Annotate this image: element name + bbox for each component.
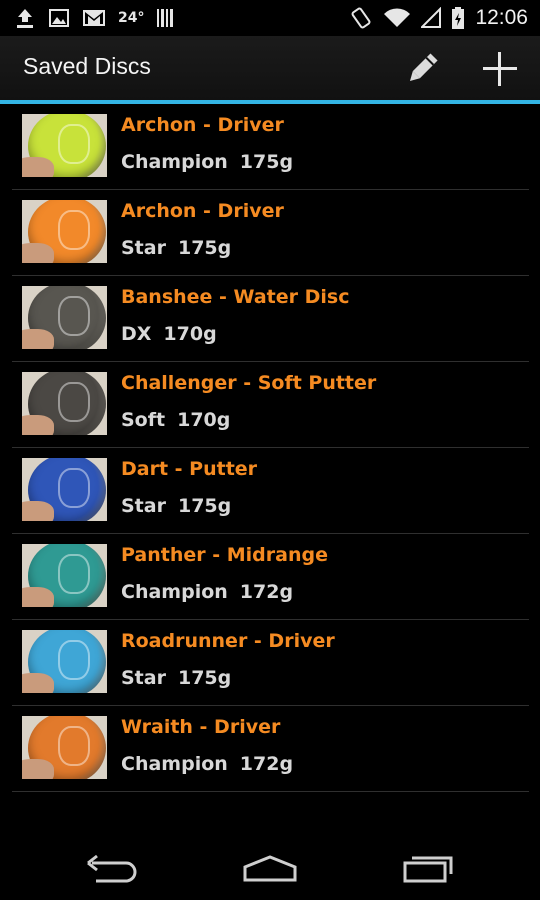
disc-details: Star 175g xyxy=(121,237,231,259)
barcode-icon xyxy=(157,9,174,27)
hand xyxy=(22,157,54,177)
disc-weight: 175g xyxy=(239,151,294,173)
disc-plastic: Star xyxy=(121,237,166,259)
disc-list-item[interactable]: Wraith - Driver Champion 172g xyxy=(12,706,529,792)
disc-thumbnail xyxy=(22,458,107,521)
disc-name: Dart - Putter xyxy=(121,458,258,480)
hand xyxy=(22,759,54,779)
disc-weight: 170g xyxy=(163,323,217,345)
disc-details: Champion 172g xyxy=(121,753,293,775)
edit-button[interactable] xyxy=(394,46,450,92)
disc-plastic: Soft xyxy=(121,409,166,431)
hand xyxy=(22,501,54,521)
disc-weight: 175g xyxy=(177,495,232,517)
disc-stamp xyxy=(58,296,90,336)
disc-name: Roadrunner - Driver xyxy=(121,630,335,652)
home-icon xyxy=(243,855,297,882)
recent-apps-icon xyxy=(403,856,453,883)
disc-list-item[interactable]: Panther - Midrange Champion 172g xyxy=(12,534,529,620)
disc-list: Archon - Driver Champion 175g Archon - Driv… xyxy=(12,104,529,792)
battery-icon xyxy=(452,7,465,29)
hand xyxy=(22,243,54,263)
disc-plastic: Champion xyxy=(121,753,228,775)
disc-weight: 170g xyxy=(177,409,231,431)
disc-list-item[interactable]: Roadrunner - Driver Star 175g xyxy=(12,620,529,706)
disc-thumbnail xyxy=(22,372,107,435)
disc-details: DX 170g xyxy=(121,323,217,345)
disc-stamp xyxy=(58,640,90,680)
disc-thumbnail xyxy=(22,200,107,263)
signal-icon xyxy=(421,7,442,28)
disc-thumbnail xyxy=(22,544,107,607)
disc-plastic: Star xyxy=(121,495,166,517)
disc-stamp xyxy=(58,124,90,164)
page-title: Saved Discs xyxy=(23,53,151,79)
disc-thumbnail xyxy=(22,716,107,779)
hand xyxy=(22,587,54,607)
disc-details: Star 175g xyxy=(121,495,231,517)
disc-name: Challenger - Soft Putter xyxy=(121,372,377,394)
pencil-icon xyxy=(409,53,438,82)
disc-details: Soft 170g xyxy=(121,409,230,431)
back-icon xyxy=(87,854,137,883)
disc-stamp xyxy=(58,468,90,508)
disc-details: Champion 175g xyxy=(121,151,293,173)
wifi-icon xyxy=(384,8,411,27)
plus-icon xyxy=(483,52,517,86)
disc-name: Archon - Driver xyxy=(121,114,284,136)
hand xyxy=(22,329,54,349)
disc-weight: 172g xyxy=(239,753,294,775)
disc-plastic: Champion xyxy=(121,581,228,603)
disc-list-item[interactable]: Archon - Driver Champion 175g xyxy=(12,104,529,190)
disc-list-item[interactable]: Dart - Putter Star 175g xyxy=(12,448,529,534)
disc-plastic: DX xyxy=(121,323,152,345)
disc-name: Banshee - Water Disc xyxy=(121,286,350,308)
gmail-icon xyxy=(83,10,105,26)
disc-thumbnail xyxy=(22,630,107,693)
disc-stamp xyxy=(58,726,90,766)
disc-weight: 175g xyxy=(177,667,232,689)
disc-weight: 172g xyxy=(239,581,294,603)
action-bar: Saved Discs xyxy=(0,36,540,104)
image-icon xyxy=(49,9,69,27)
hand xyxy=(22,673,54,693)
disc-weight: 175g xyxy=(177,237,232,259)
temperature: 24° xyxy=(118,10,145,26)
disc-stamp xyxy=(58,382,90,422)
hand xyxy=(22,415,54,435)
disc-name: Archon - Driver xyxy=(121,200,284,222)
rotate-icon xyxy=(351,7,371,29)
add-disc-button[interactable] xyxy=(472,46,528,92)
clock: 12:06 xyxy=(475,6,528,29)
disc-list-item[interactable]: Archon - Driver Star 175g xyxy=(12,190,529,276)
disc-thumbnail xyxy=(22,286,107,349)
recent-apps-button[interactable] xyxy=(388,844,468,892)
disc-details: Star 175g xyxy=(121,667,231,689)
home-button[interactable] xyxy=(230,844,310,892)
upload-icon xyxy=(17,9,33,28)
disc-name: Panther - Midrange xyxy=(121,544,328,566)
navigation-bar xyxy=(0,836,540,900)
disc-stamp xyxy=(58,554,90,594)
disc-plastic: Star xyxy=(121,667,166,689)
disc-thumbnail xyxy=(22,114,107,177)
disc-plastic: Champion xyxy=(121,151,228,173)
disc-name: Wraith - Driver xyxy=(121,716,281,738)
back-button[interactable] xyxy=(72,844,152,892)
disc-list-item[interactable]: Banshee - Water Disc DX 170g xyxy=(12,276,529,362)
disc-list-item[interactable]: Challenger - Soft Putter Soft 170g xyxy=(12,362,529,448)
status-bar: 24° 12:06 xyxy=(0,0,540,36)
disc-stamp xyxy=(58,210,90,250)
disc-details: Champion 172g xyxy=(121,581,293,603)
